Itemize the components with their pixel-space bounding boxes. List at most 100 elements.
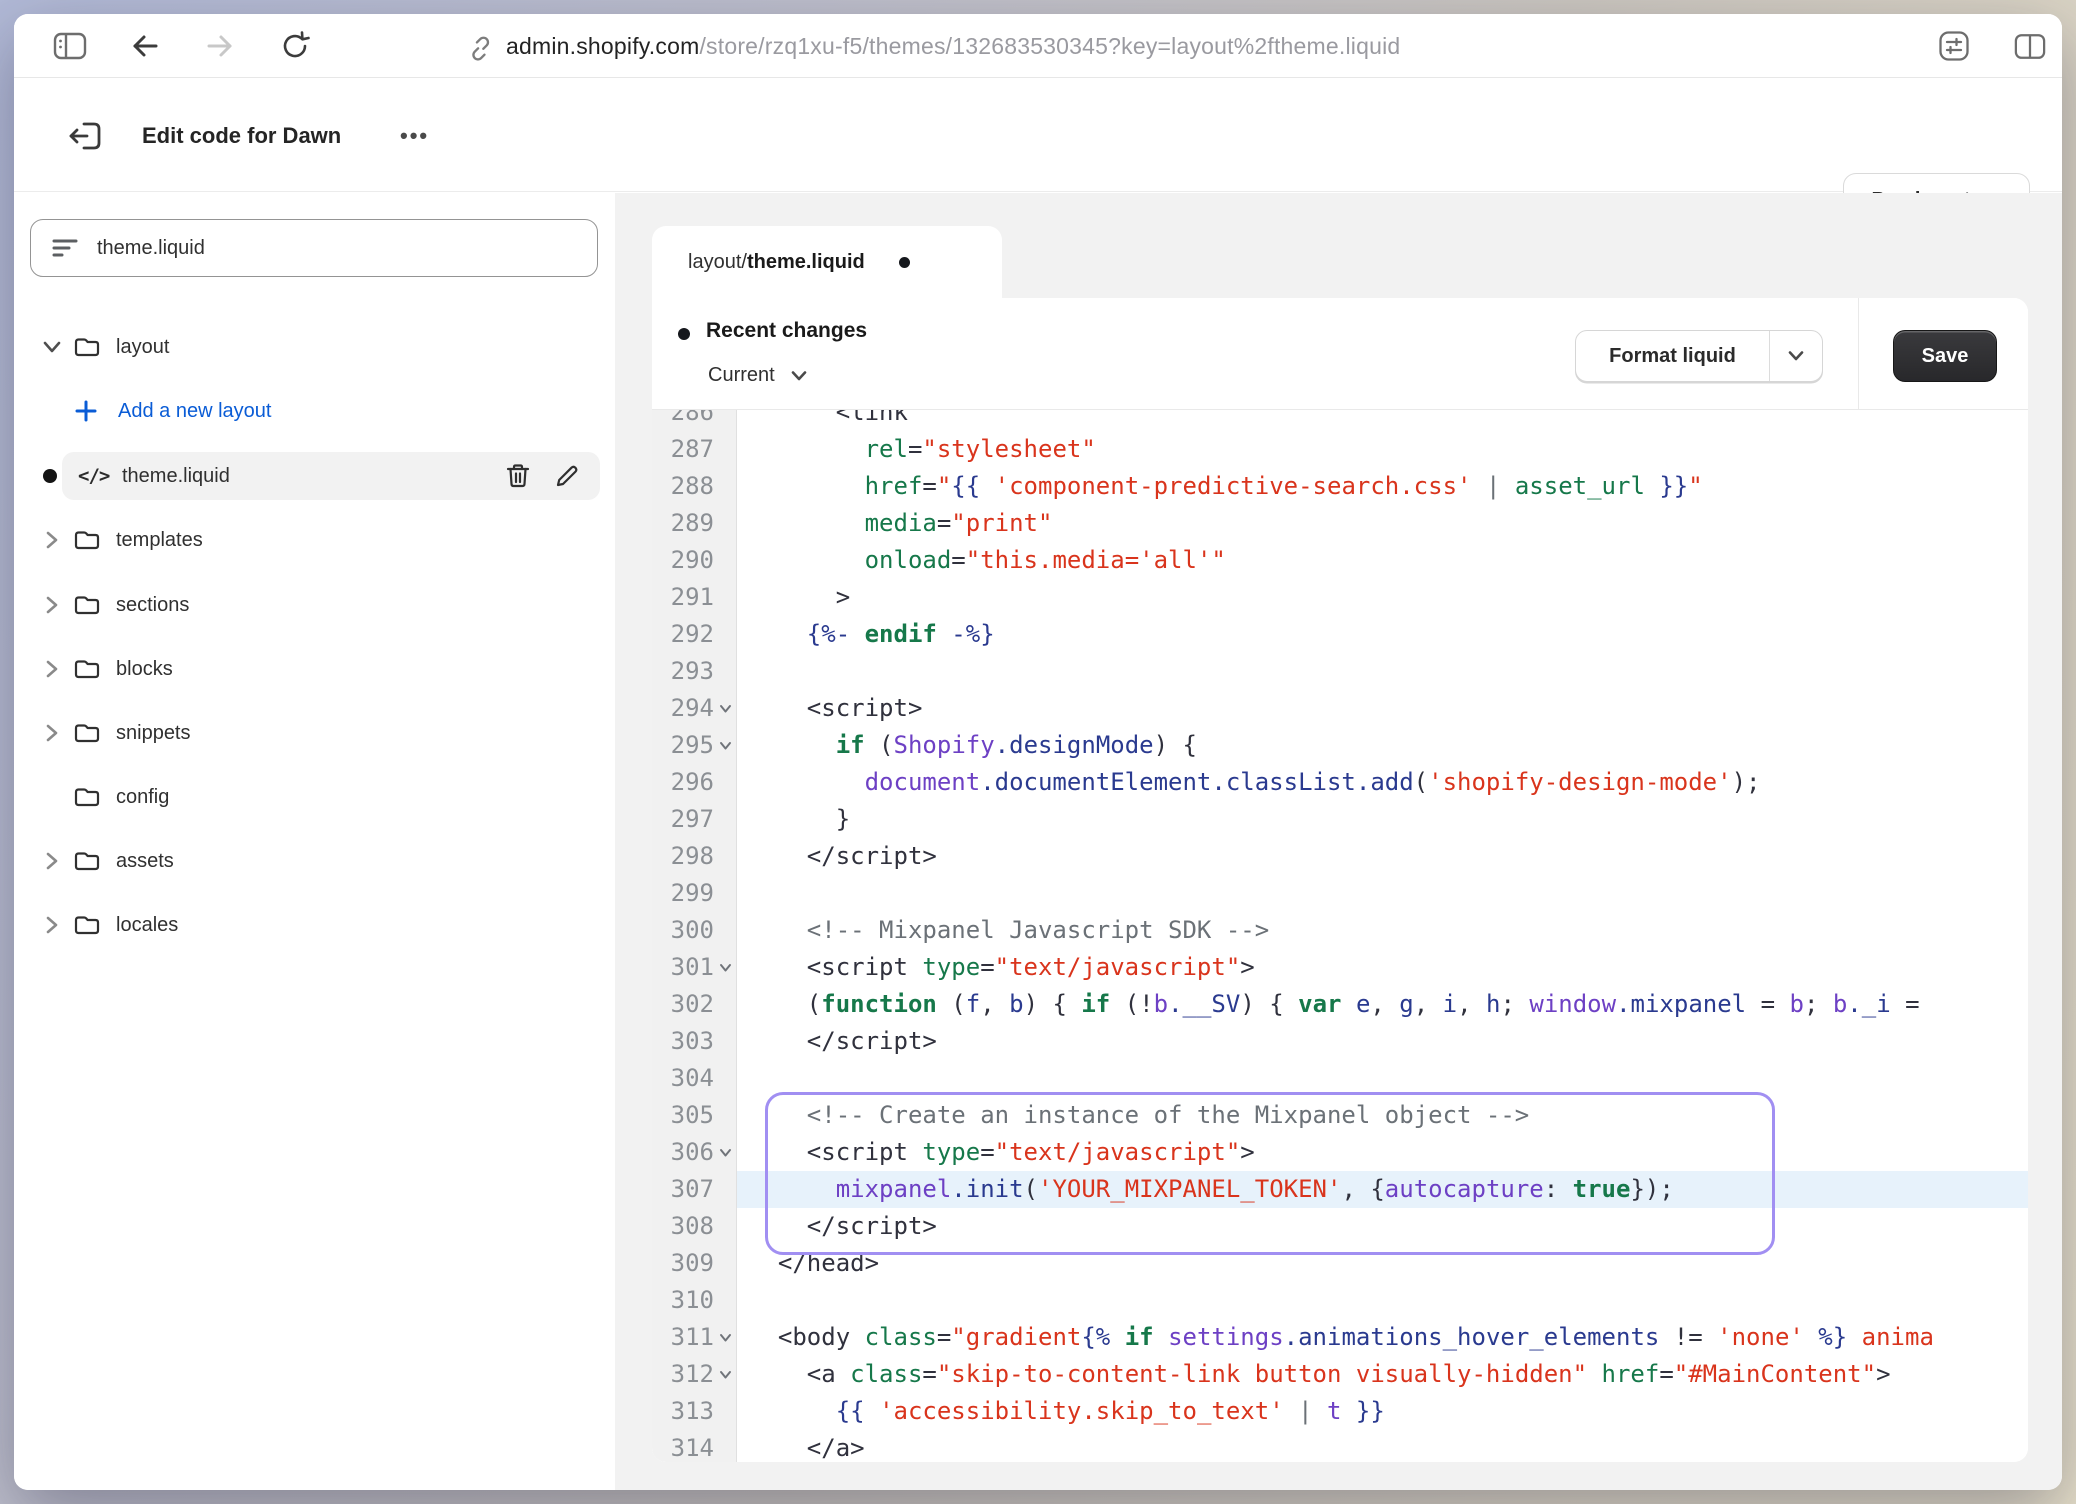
folder-icon (72, 910, 102, 940)
code-line[interactable]: 302 (function (f, b) { if (!b.__SV) { va… (652, 986, 2028, 1023)
more-actions-button[interactable]: ••• (400, 79, 429, 192)
code-line[interactable]: 292 {%- endif -%} (652, 616, 2028, 653)
chevron-right-icon[interactable] (38, 911, 66, 939)
chevron-right-icon[interactable] (38, 591, 66, 619)
forward-button[interactable] (200, 14, 240, 78)
code-line[interactable]: 297 } (652, 801, 2028, 838)
tab-theme-liquid[interactable]: layout/theme.liquid (652, 226, 1002, 299)
toolbar-divider (1858, 298, 1859, 410)
sidebar-item-blocks[interactable]: blocks (14, 645, 615, 693)
url-path: /store/rzq1xu-f5/themes/132683530345?key… (699, 33, 1400, 60)
sidebar-item-config[interactable]: config (14, 773, 615, 821)
gutter: 287 (652, 431, 737, 468)
save-button[interactable]: Save (1893, 330, 1997, 382)
address-bar[interactable]: admin.shopify.com/store/rzq1xu-f5/themes… (506, 14, 1400, 78)
code-line[interactable]: 286 <link (652, 410, 2028, 431)
folder-icon (72, 332, 102, 362)
gutter: 294 (652, 690, 737, 727)
line-number: 305 (652, 1097, 714, 1134)
version-dropdown[interactable]: Current (708, 364, 809, 387)
line-number: 312 (652, 1356, 714, 1393)
code-line[interactable]: 288 href="{{ 'component-predictive-searc… (652, 468, 2028, 505)
code-line[interactable]: 312 <a class="skip-to-content-link butto… (652, 1356, 2028, 1393)
browser-window: admin.shopify.com/store/rzq1xu-f5/themes… (14, 14, 2062, 1490)
sidebar-item-locales[interactable]: locales (14, 901, 615, 949)
code-line[interactable]: 314 </a> (652, 1430, 2028, 1462)
code-line[interactable]: 300 <!-- Mixpanel Javascript SDK --> (652, 912, 2028, 949)
desktop: admin.shopify.com/store/rzq1xu-f5/themes… (0, 0, 2076, 1504)
plus-icon (72, 397, 100, 425)
code-line[interactable]: 308 </script> (652, 1208, 2028, 1245)
sidebar-toggle-icon[interactable] (50, 14, 90, 78)
sidebar-item-assets[interactable]: assets (14, 837, 615, 885)
file-sidebar: layout Add a new layout </>theme.liquid tem… (14, 193, 615, 1490)
chevron-right-icon[interactable] (38, 655, 66, 683)
line-number: 306 (652, 1134, 714, 1171)
code-line[interactable]: 291 > (652, 579, 2028, 616)
format-options-chevron[interactable] (1769, 331, 1822, 381)
sidebar-item-layout[interactable]: layout (14, 323, 615, 371)
code-line[interactable]: 299 (652, 875, 2028, 912)
code-line[interactable]: 287 rel="stylesheet" (652, 431, 2028, 468)
rename-file-button[interactable] (552, 461, 582, 491)
code-line[interactable]: 313 {{ 'accessibility.skip_to_text' | t … (652, 1393, 2028, 1430)
gutter: 299 (652, 875, 737, 912)
code-line[interactable]: 298 </script> (652, 838, 2028, 875)
fold-toggle-icon[interactable] (714, 1319, 736, 1356)
folder-label: blocks (116, 645, 173, 693)
code-line[interactable]: 305 <!-- Create an instance of the Mixpa… (652, 1097, 2028, 1134)
code-line[interactable]: 309 </head> (652, 1245, 2028, 1282)
split-view-icon[interactable] (2007, 14, 2053, 78)
sidebar-item-snippets[interactable]: snippets (14, 709, 615, 757)
line-number: 287 (652, 431, 714, 468)
code-line[interactable]: 293 (652, 653, 2028, 690)
page-settings-icon[interactable] (1931, 14, 1977, 78)
folder-label: snippets (116, 709, 191, 757)
reload-button[interactable] (274, 14, 316, 78)
format-liquid-button[interactable]: Format liquid (1575, 330, 1823, 382)
code-line[interactable]: 306 <script type="text/javascript"> (652, 1134, 2028, 1171)
code-line[interactable]: 301 <script type="text/javascript"> (652, 949, 2028, 986)
gutter: 288 (652, 468, 737, 505)
recent-changes-label: Recent changes (706, 319, 867, 343)
delete-file-button[interactable] (503, 461, 533, 491)
line-number: 297 (652, 801, 714, 838)
sidebar-item-add-a-new-layout[interactable]: Add a new layout (14, 387, 615, 435)
code-file-icon: </> (78, 452, 109, 500)
fold-toggle-icon[interactable] (714, 727, 736, 764)
folder-label: assets (116, 837, 174, 885)
exit-editor-icon[interactable] (54, 79, 116, 192)
chevron-down-icon[interactable] (38, 333, 66, 361)
line-number: 302 (652, 986, 714, 1023)
code-line[interactable]: 310 (652, 1282, 2028, 1319)
code-line[interactable]: 296 document.documentElement.classList.a… (652, 764, 2028, 801)
code-line[interactable]: 311 <body class="gradient{% if settings.… (652, 1319, 2028, 1356)
code-line[interactable]: 289 media="print" (652, 505, 2028, 542)
chevron-right-icon[interactable] (38, 719, 66, 747)
line-number: 296 (652, 764, 714, 801)
code-editor[interactable]: 286 <link287 rel="stylesheet"288 href="{… (652, 410, 2028, 1462)
code-line[interactable]: 307 mixpanel.init('YOUR_MIXPANEL_TOKEN',… (652, 1171, 2028, 1208)
code-line[interactable]: 295 if (Shopify.designMode) { (652, 727, 2028, 764)
folder-icon (72, 718, 102, 748)
editor-panel: Recent changes Current Format liquid Sav… (652, 298, 2028, 1462)
chevron-right-icon[interactable] (38, 526, 66, 554)
sidebar-item-theme-liquid[interactable]: </>theme.liquid (14, 452, 615, 500)
fold-toggle-icon[interactable] (714, 1134, 736, 1171)
code-line[interactable]: 303 </script> (652, 1023, 2028, 1060)
gutter: 306 (652, 1134, 737, 1171)
sidebar-item-sections[interactable]: sections (14, 581, 615, 629)
back-button[interactable] (125, 14, 165, 78)
folder-label: templates (116, 516, 203, 564)
fold-toggle-icon[interactable] (714, 949, 736, 986)
sidebar-item-templates[interactable]: templates (14, 516, 615, 564)
fold-toggle-icon[interactable] (714, 1356, 736, 1393)
fold-toggle-icon[interactable] (714, 690, 736, 727)
code-line[interactable]: 304 (652, 1060, 2028, 1097)
code-line[interactable]: 294 <script> (652, 690, 2028, 727)
code-line[interactable]: 290 onload="this.media='all'" (652, 542, 2028, 579)
line-number: 313 (652, 1393, 714, 1430)
chevron-right-icon[interactable] (38, 847, 66, 875)
gutter: 295 (652, 727, 737, 764)
folder-icon (72, 590, 102, 620)
